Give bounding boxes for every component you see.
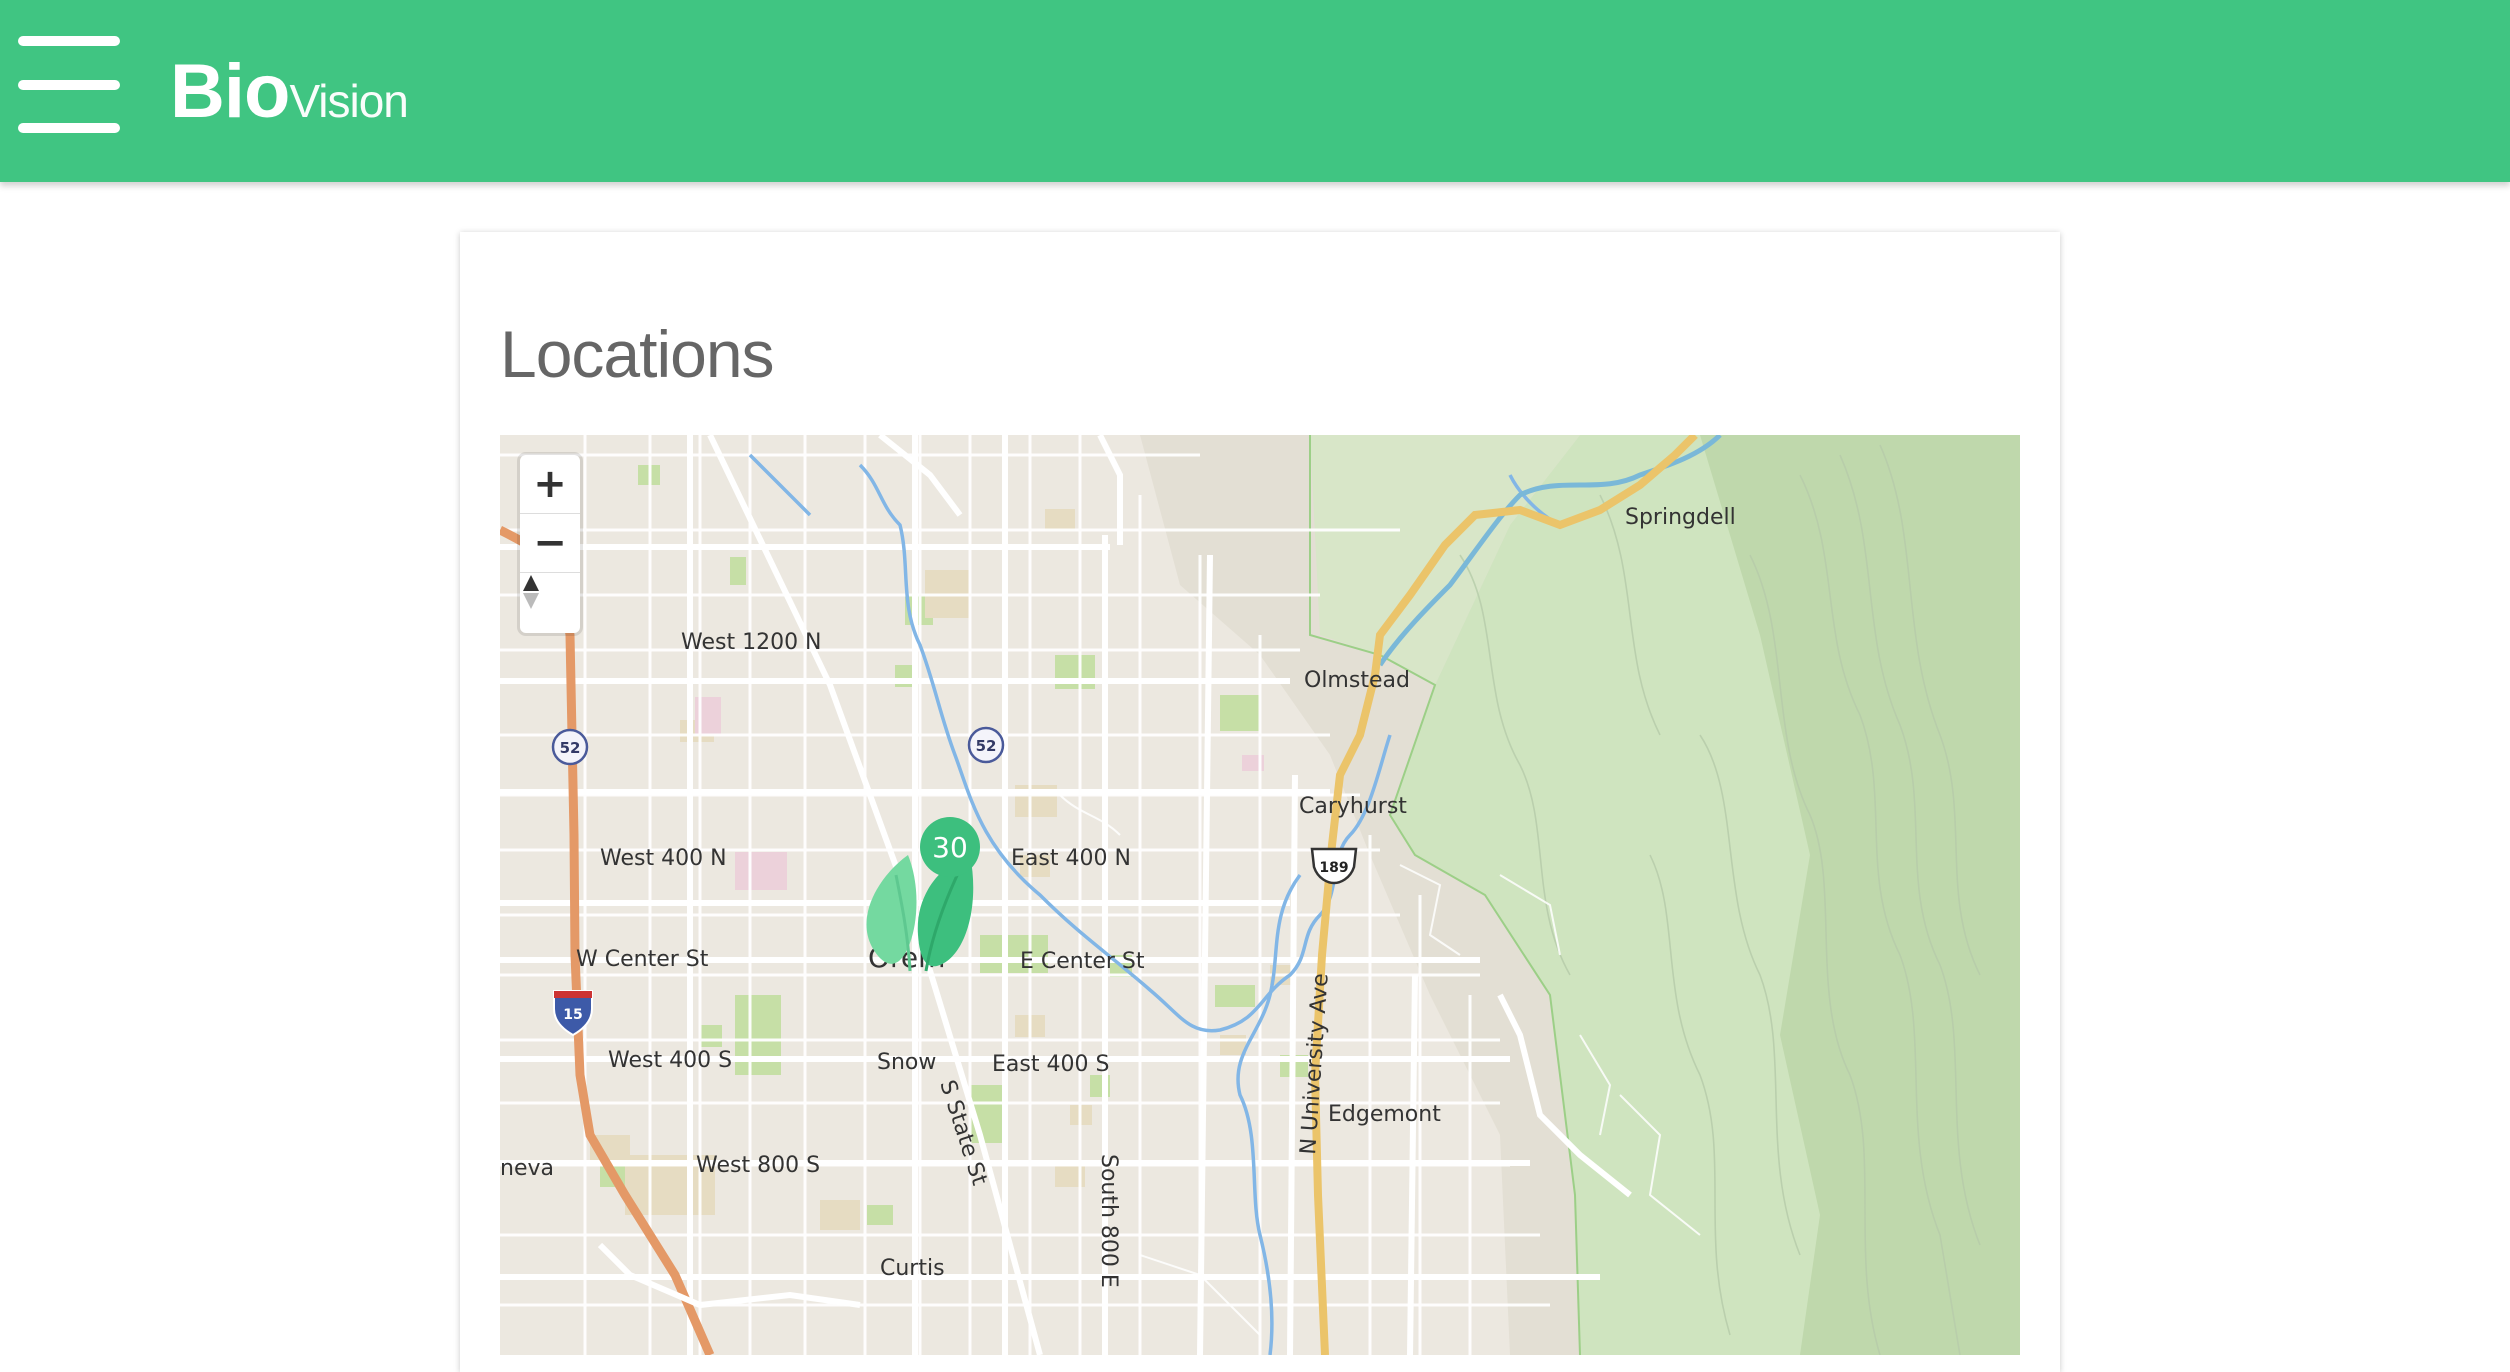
cluster-count: 30 bbox=[932, 831, 968, 864]
label-geneva: neva bbox=[500, 1156, 554, 1181]
label-snow: Snow bbox=[877, 1050, 936, 1075]
label-springdell: Springdell bbox=[1625, 505, 1736, 530]
compass-icon[interactable] bbox=[520, 573, 580, 633]
map-canvas[interactable]: 52 52 189 15 Springdell Olmstead Caryhur… bbox=[500, 435, 2020, 1355]
label-curtis: Curtis bbox=[880, 1256, 945, 1281]
label-west-800-s: West 800 S bbox=[696, 1153, 820, 1178]
zoom-out-button[interactable]: − bbox=[520, 514, 580, 573]
route-52-east-shield: 52 bbox=[967, 726, 1005, 764]
route-52-east-label: 52 bbox=[976, 737, 997, 755]
label-south-800-e: South 800 E bbox=[1096, 1154, 1121, 1288]
hamburger-menu-icon[interactable] bbox=[18, 34, 122, 138]
map-view[interactable]: 52 52 189 15 Springdell Olmstead Caryhur… bbox=[500, 435, 2020, 1355]
app-header: BioVision bbox=[0, 0, 2510, 182]
menu-line bbox=[18, 123, 120, 133]
zoom-in-button[interactable]: + bbox=[520, 455, 580, 514]
brand-logo[interactable]: BioVision bbox=[170, 48, 409, 135]
label-west-400-s: West 400 S bbox=[608, 1048, 732, 1073]
brand-light: Vision bbox=[289, 75, 408, 127]
route-52-west-label: 52 bbox=[560, 739, 581, 757]
label-west-1200-n: West 1200 N bbox=[681, 630, 822, 655]
label-east-400-n: East 400 N bbox=[1011, 846, 1131, 871]
label-edgemont: Edgemont bbox=[1328, 1102, 1441, 1127]
i-15-label: 15 bbox=[563, 1007, 582, 1023]
menu-line bbox=[18, 80, 120, 90]
label-east-400-s: East 400 S bbox=[992, 1052, 1109, 1077]
label-w-center-st: W Center St bbox=[576, 947, 709, 972]
locations-card: Locations 52 52 189 15 Springdell Olmste… bbox=[460, 232, 2060, 1372]
route-52-west-shield: 52 bbox=[551, 728, 589, 766]
map-zoom-controls: + − bbox=[520, 455, 580, 633]
page-title: Locations bbox=[500, 317, 775, 391]
compass-needle bbox=[523, 575, 539, 609]
label-west-400-n: West 400 N bbox=[600, 846, 727, 871]
label-caryhurst: Caryhurst bbox=[1299, 794, 1407, 819]
menu-line bbox=[18, 36, 120, 46]
label-e-center-st: E Center St bbox=[1020, 949, 1145, 974]
brand-bold: Bio bbox=[170, 49, 290, 134]
us-189-label: 189 bbox=[1319, 860, 1348, 876]
label-olmstead: Olmstead bbox=[1304, 668, 1410, 693]
